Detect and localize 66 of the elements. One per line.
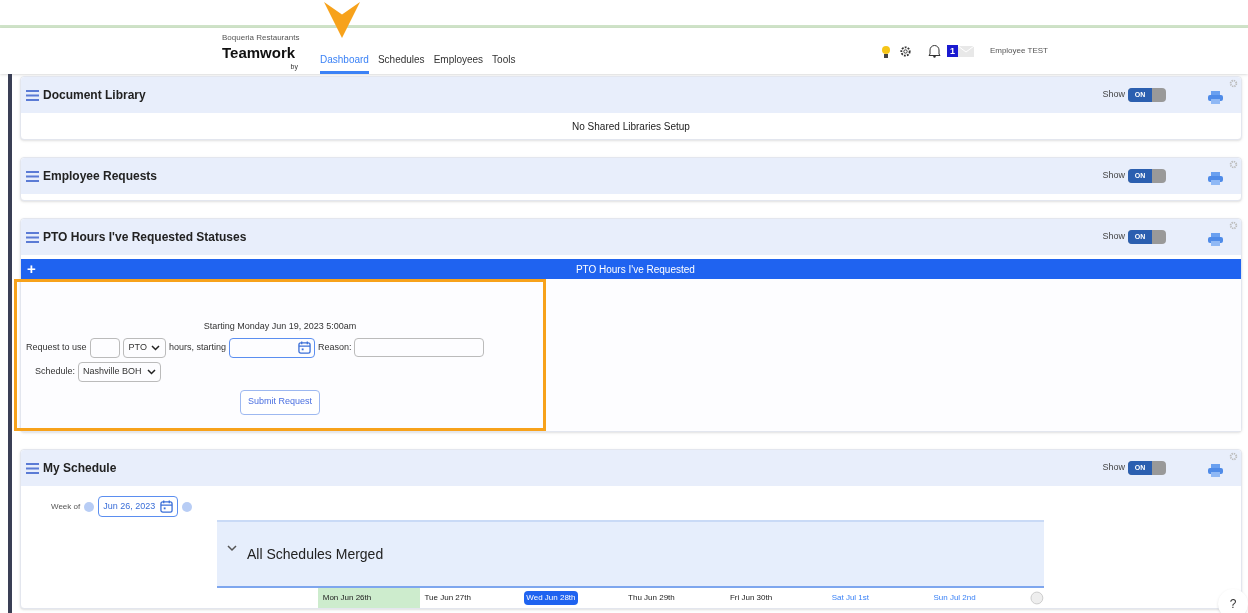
type-select[interactable]: PTO [122, 337, 166, 358]
show-label: Show [1102, 88, 1125, 102]
day-header[interactable]: Sun Jul 2nd [928, 588, 1031, 608]
field-label: Request to use [26, 340, 87, 354]
day-header[interactable]: Mon Jun 26th [317, 588, 420, 608]
menu-icon[interactable] [26, 231, 39, 243]
nav-tab[interactable]: Schedules [377, 48, 425, 74]
menu-icon[interactable] [26, 462, 39, 474]
next-week-button[interactable] [182, 501, 193, 512]
printer-icon[interactable] [1208, 91, 1223, 104]
gear-icon[interactable] [1229, 221, 1238, 230]
user-name[interactable]: Employee TEST [989, 45, 1048, 57]
printer-icon[interactable] [1208, 464, 1223, 477]
submit-button[interactable]: Submit Request [239, 389, 320, 415]
pto-bar[interactable]: + PTO Hours I've Requested [21, 259, 1241, 279]
date-field[interactable] [228, 337, 315, 358]
bell-icon[interactable] [927, 44, 941, 58]
menu-icon[interactable] [26, 89, 39, 101]
gear-icon[interactable] [1229, 452, 1238, 461]
panel-title: Document Library [43, 87, 146, 104]
starting-text: Starting Monday Jun 19, 2023 5:00am [203, 320, 357, 333]
chevron-down-icon [150, 344, 160, 351]
printer-icon[interactable] [1208, 233, 1223, 246]
show-label: Show [1102, 230, 1125, 244]
day-header[interactable]: Thu Jun 29th [623, 588, 725, 608]
week-date-field[interactable]: Jun 26, 2023 [98, 496, 179, 517]
schedule-select[interactable]: Nashville BOH [78, 361, 161, 382]
group-title: All Schedules Merged [247, 544, 384, 564]
gear-icon[interactable] [1229, 160, 1238, 169]
help-button[interactable]: ? [1218, 589, 1248, 613]
arrow-annotation [322, 2, 362, 38]
notification-badge: 1 [946, 45, 958, 57]
logo: Teamwork [222, 44, 296, 63]
week-label: Week of [51, 500, 81, 513]
calendar-icon[interactable] [160, 500, 174, 513]
show-label: Show [1102, 461, 1125, 475]
gear-icon[interactable] [1229, 79, 1238, 88]
field-label: Reason: [317, 340, 352, 354]
plus-icon[interactable]: + [27, 257, 36, 281]
printer-icon[interactable] [1208, 172, 1223, 185]
day-header[interactable]: Tue Jun 27th [419, 588, 522, 608]
nav-tab[interactable]: Employees [433, 48, 484, 74]
chevron-down-icon[interactable] [227, 544, 237, 552]
settings-icon[interactable] [898, 44, 912, 58]
panel-title: PTO Hours I've Requested Statuses [43, 229, 247, 246]
day-header[interactable]: Fri Jun 30th [724, 588, 827, 608]
nav-tab[interactable]: Tools [492, 48, 516, 74]
day-header[interactable]: Sat Jul 1st [826, 588, 929, 608]
chevron-down-icon [146, 368, 156, 375]
panel-title: Employee Requests [43, 168, 158, 185]
menu-icon[interactable] [26, 170, 39, 182]
clock-icon [1030, 591, 1045, 605]
calendar-icon[interactable] [297, 341, 311, 354]
field-label: hours, starting [168, 340, 226, 354]
company-name: Boqueria Restaurants [222, 32, 300, 45]
group-header[interactable]: All Schedules Merged [217, 520, 1044, 588]
previous-week-button[interactable] [84, 501, 95, 512]
field-label: Schedule: [35, 364, 76, 378]
show-label: Show [1102, 169, 1125, 183]
hours-field[interactable] [89, 337, 120, 358]
reason-field[interactable] [354, 338, 485, 357]
day-header[interactable]: Wed Jun 28th [521, 588, 624, 608]
panel-title: My Schedule [43, 460, 117, 477]
mail-icon[interactable] [957, 45, 974, 57]
pto-bar-title: PTO Hours I've Requested [574, 262, 696, 277]
empty-message: No Shared Libraries Setup [572, 119, 690, 134]
